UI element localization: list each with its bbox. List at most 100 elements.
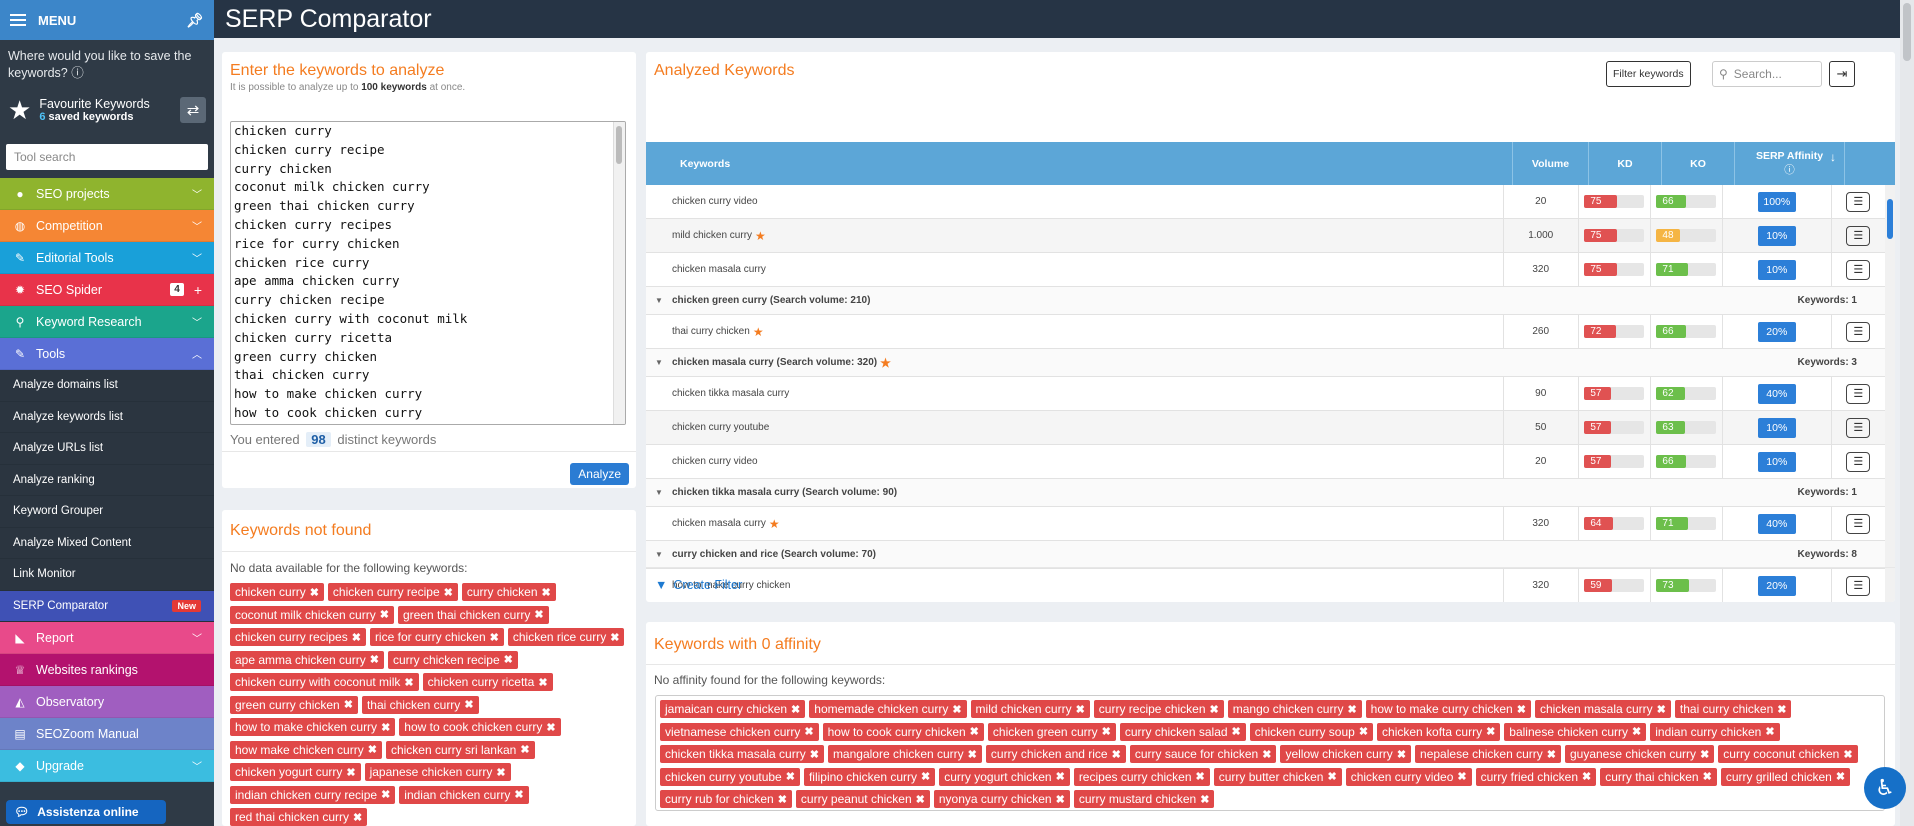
keyword-tag[interactable]: coconut milk chicken curry ✖	[230, 605, 394, 624]
keyword-tag[interactable]: guyanese chicken curry ✖	[1564, 745, 1715, 763]
keyword-tag[interactable]: mango chicken curry ✖	[1227, 700, 1362, 718]
remove-icon[interactable]: ✖	[352, 631, 361, 644]
remove-icon[interactable]: ✖	[1397, 748, 1406, 761]
keyword-tag[interactable]: green curry chicken ✖	[230, 695, 358, 714]
remove-icon[interactable]: ✖	[916, 793, 925, 806]
keyword-tag[interactable]: mild chicken curry ✖	[970, 700, 1090, 718]
remove-icon[interactable]: ✖	[1765, 725, 1774, 738]
nav-item-seo-projects[interactable]: ● SEO projects ﹀	[0, 178, 214, 210]
remove-icon[interactable]: ✖	[1777, 703, 1786, 716]
remove-icon[interactable]: ✖	[1102, 725, 1111, 738]
remove-icon[interactable]: ✖	[1210, 703, 1219, 716]
remove-icon[interactable]: ✖	[1112, 748, 1121, 761]
chevron-down-icon[interactable]: ﹀	[192, 250, 202, 265]
affinity-badge[interactable]: 20%	[1757, 575, 1796, 596]
header-kd[interactable]: KD	[1589, 142, 1662, 185]
keyword-tag[interactable]: nyonya curry chicken ✖	[933, 790, 1070, 808]
keyword-tag[interactable]: chicken curry video ✖	[1345, 767, 1472, 786]
remove-icon[interactable]: ✖	[1700, 748, 1709, 761]
group-row[interactable]: ▼ chicken masala curry (Search volume: 32…	[646, 349, 1885, 377]
keyword-tag[interactable]: recipes curry chicken ✖	[1073, 767, 1210, 786]
tools-submenu-item[interactable]: Analyze URLs list	[0, 433, 214, 465]
keyword-tag[interactable]: rice for curry chicken ✖	[369, 628, 504, 646]
affinity-badge[interactable]: 10%	[1757, 259, 1796, 280]
keyword-tag[interactable]: green thai chicken curry ✖	[397, 605, 549, 624]
keyword-tag[interactable]: chicken curry recipe ✖	[327, 583, 458, 601]
chevron-up-icon[interactable]: ︿	[192, 346, 202, 361]
keyword-tag[interactable]: how to make curry chicken ✖	[1365, 700, 1531, 718]
tools-submenu-item[interactable]: Analyze keywords list	[0, 401, 214, 433]
collapse-toggle-icon[interactable]: ▼	[646, 550, 672, 559]
keyword-tag[interactable]: chicken curry soup ✖	[1249, 722, 1374, 741]
chevron-down-icon[interactable]: ﹀	[192, 630, 202, 645]
chevron-down-icon[interactable]: ﹀	[192, 758, 202, 773]
remove-icon[interactable]: ✖	[1200, 793, 1209, 806]
analyze-button[interactable]: Analyze	[570, 463, 629, 485]
affinity-badge[interactable]: 100%	[1757, 191, 1796, 212]
tool-search-input[interactable]: Tool search	[6, 144, 208, 170]
remove-icon[interactable]: ✖	[538, 676, 547, 689]
hamburger-icon[interactable]	[10, 14, 26, 26]
remove-icon[interactable]: ✖	[1843, 748, 1852, 761]
remove-icon[interactable]: ✖	[1359, 725, 1368, 738]
remove-icon[interactable]: ✖	[786, 770, 795, 783]
keyword-tag[interactable]: red thai chicken curry ✖	[230, 808, 368, 826]
nav-item-competition[interactable]: ◍ Competition ﹀	[0, 210, 214, 242]
keyword-tag[interactable]: japanese chicken curry ✖	[364, 763, 511, 781]
keyword-tag[interactable]: curry fried chicken ✖	[1475, 767, 1597, 786]
keyword-tag[interactable]: indian curry chicken ✖	[1650, 722, 1780, 741]
group-row[interactable]: ▼ curry chicken and rice (Search volume: …	[646, 541, 1885, 569]
keyword-tag[interactable]: chicken rice curry ✖	[507, 628, 625, 646]
remove-icon[interactable]: ✖	[1347, 703, 1356, 716]
row-menu-icon[interactable]: ☰	[1846, 417, 1871, 438]
keyword-tag[interactable]: yellow chicken curry ✖	[1280, 745, 1412, 763]
affinity-badge[interactable]: 40%	[1757, 513, 1796, 534]
remove-icon[interactable]: ✖	[496, 766, 505, 779]
remove-icon[interactable]: ✖	[490, 631, 499, 644]
sort-desc-icon[interactable]: ↓	[1830, 150, 1836, 164]
remove-icon[interactable]: ✖	[344, 698, 353, 711]
keyword-tag[interactable]: curry recipe chicken ✖	[1093, 700, 1224, 718]
affinity-badge[interactable]: 10%	[1757, 451, 1796, 472]
remove-icon[interactable]: ✖	[534, 608, 543, 621]
accessibility-icon[interactable]: ♿︎	[1864, 767, 1906, 809]
table-row[interactable]: chicken masala curry ★ 320 64 71 40% ☰	[646, 507, 1885, 541]
keyword-tag[interactable]: curry sauce for chicken ✖	[1129, 745, 1277, 763]
nav-item-upgrade[interactable]: ◆ Upgrade ﹀	[0, 750, 214, 782]
chevron-down-icon[interactable]: ﹀	[192, 218, 202, 233]
keyword-tag[interactable]: curry grilled chicken ✖	[1720, 767, 1851, 786]
keyword-tag[interactable]: indian chicken curry recipe ✖	[230, 785, 396, 804]
keyword-tag[interactable]: chicken yogurt curry ✖	[230, 763, 361, 781]
keyword-tag[interactable]: curry thai chicken ✖	[1600, 767, 1717, 786]
assistance-button[interactable]: 💬︎ Assistenza online	[6, 800, 166, 824]
export-icon[interactable]: ⇥	[1829, 61, 1855, 87]
keyword-tag[interactable]: ape amma chicken curry ✖	[230, 650, 384, 669]
remove-icon[interactable]: ✖	[444, 586, 453, 599]
keyword-tag[interactable]: nepalese chicken curry ✖	[1415, 745, 1561, 763]
affinity-badge[interactable]: 10%	[1757, 225, 1796, 246]
header-volume[interactable]: Volume	[1513, 142, 1589, 185]
row-menu-icon[interactable]: ☰	[1846, 321, 1871, 342]
keyword-tag[interactable]: curry rub for chicken ✖	[660, 790, 792, 808]
keyword-tag[interactable]: thai chicken curry ✖	[361, 695, 479, 714]
keyword-tag[interactable]: how make chicken curry ✖	[230, 740, 382, 759]
keyword-tag[interactable]: chicken green curry ✖	[987, 722, 1116, 741]
remove-icon[interactable]: ✖	[346, 766, 355, 779]
table-row[interactable]: chicken curry video 20 57 66 10% ☰	[646, 445, 1885, 479]
nav-item-editorial-tools[interactable]: ✎ Editorial Tools ﹀	[0, 242, 214, 274]
remove-icon[interactable]: ✖	[380, 608, 389, 621]
remove-icon[interactable]: ✖	[404, 676, 413, 689]
plus-icon[interactable]: +	[194, 282, 202, 298]
keyword-tag[interactable]: chicken curry sri lankan ✖	[385, 740, 535, 759]
collapse-toggle-icon[interactable]: ▼	[646, 488, 672, 497]
remove-icon[interactable]: ✖	[952, 703, 961, 716]
keyword-tag[interactable]: how to cook chicken curry ✖	[399, 718, 561, 736]
remove-icon[interactable]: ✖	[610, 631, 619, 644]
keyword-tag[interactable]: vietnamese chicken curry ✖	[660, 722, 819, 741]
remove-icon[interactable]: ✖	[1547, 748, 1556, 761]
remove-icon[interactable]: ✖	[1196, 770, 1205, 783]
remove-icon[interactable]: ✖	[546, 721, 555, 734]
remove-icon[interactable]: ✖	[778, 793, 787, 806]
keyword-tag[interactable]: chicken masala curry ✖	[1534, 700, 1671, 718]
remove-icon[interactable]: ✖	[1657, 703, 1666, 716]
